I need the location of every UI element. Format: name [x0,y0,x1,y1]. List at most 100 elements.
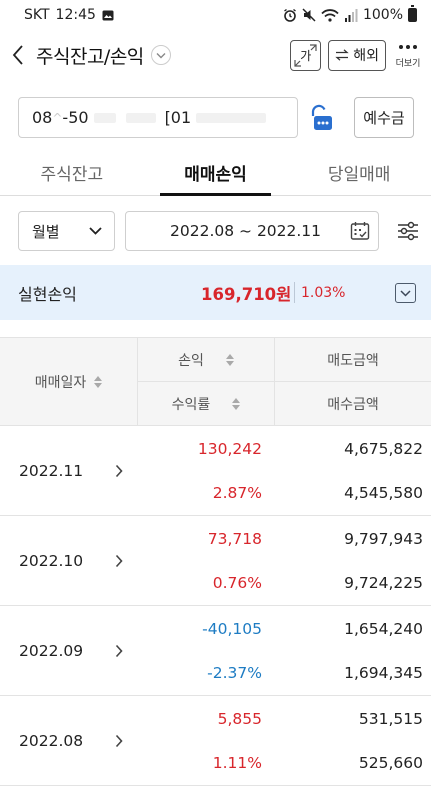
table-row[interactable]: 2022.11 130,242 2.87% 4,675,822 4,545,58… [0,426,431,516]
calendar-icon [350,222,370,240]
filter-settings-button[interactable] [394,211,422,251]
header-return-rate-label: 수익률 [171,397,211,413]
row-date: 2022.09 [19,641,84,660]
status-left: SKT 12:45 [24,7,114,23]
header-sell-amount: 매도금액 [274,338,431,382]
pl-table: 매매일자 손익 수익률 매도금액 매수금액 2022.11 130,242 2.… [0,337,431,786]
deposit-button[interactable]: 예수금 [354,97,414,138]
row-buy-amount: 1,694,345 [344,664,423,682]
row-buy-amount: 9,724,225 [344,574,423,592]
mute-icon [302,8,316,22]
chevron-right-icon [115,696,123,785]
more-label: 더보기 [395,59,421,69]
header-profit-loss[interactable]: 손익 [137,338,274,382]
row-date: 2022.11 [19,461,84,480]
header-buy-amount-label: 매수금액 [327,397,379,413]
font-size-button[interactable]: 가 [290,39,322,71]
row-sell-amount: 9,797,943 [344,530,423,548]
row-buy-amount: 4,545,580 [344,484,423,502]
account-mask [125,112,156,123]
summary-expand-button[interactable] [395,283,416,303]
period-label: 월별 [32,222,60,241]
date-range-picker[interactable]: 2022.08 ~ 2022.11 [125,211,379,251]
row-profit-loss: 130,242 [197,440,262,458]
wifi-icon [321,8,339,22]
page-title: 주식잔고/손익 [36,45,144,68]
alarm-icon [284,8,296,22]
header-sell-amount-label: 매도금액 [327,352,379,369]
row-return-rate: -2.37% [207,664,262,682]
row-buy-amount: 525,660 [358,754,423,772]
app-header: 주식잔고/손익 가 해외 더보기 [0,32,431,78]
date-range-value: 2022.08 ~ 2022.11 [170,222,322,240]
tab-holdings[interactable]: 주식잔고 [0,150,144,195]
sliders-icon [398,221,418,241]
table-row[interactable]: 2022.09 -40,105 -2.37% 1,654,240 1,694,3… [0,606,431,696]
row-sell-amount: 531,515 [358,710,423,728]
chevron-down-icon [89,227,102,235]
table-header: 매매일자 손익 수익률 매도금액 매수금액 [0,337,431,426]
header-date-label: 매매일자 [34,375,87,391]
account-row: 08 ^ -50 [01 예수금 [18,97,414,138]
account-mask [196,112,267,123]
summary-label: 실현손익 [18,284,77,304]
carrier-label: SKT [24,7,50,23]
account-number-prefix: 08 [32,108,53,127]
header-actions: 가 해외 더보기 [290,39,423,71]
battery-icon [408,5,417,22]
row-profit-loss: 73,718 [207,530,262,548]
table-row[interactable]: 2022.10 73,718 0.76% 9,797,943 9,724,225 [0,516,431,606]
more-button[interactable]: 더보기 [393,41,423,69]
tab-bar: 주식잔고 매매손익 당일매매 [0,150,431,196]
summary-divider [294,282,295,303]
filter-row: 월별 2022.08 ~ 2022.11 [18,211,422,251]
row-profit-loss: -40,105 [202,620,262,638]
summary-rate: 1.03% [301,284,346,301]
sort-icon [232,398,241,410]
status-right: 100% [283,5,417,23]
clock: 12:45 [55,7,96,23]
account-select[interactable]: 08 ^ -50 [01 [18,97,298,138]
realized-pl-summary: 실현손익 169,710원 1.03% [0,265,431,320]
overseas-button[interactable]: 해외 [328,39,386,71]
summary-amount: 169,710원 [201,284,292,304]
row-sell-amount: 1,654,240 [344,620,423,638]
back-button[interactable] [0,32,36,78]
header-profit-loss-label: 손익 [178,352,204,369]
account-number-part2: [01 [164,108,192,127]
tab-trading-pl[interactable]: 매매손익 [144,150,288,196]
header-date[interactable]: 매매일자 [0,338,137,426]
period-select[interactable]: 월별 [18,211,115,251]
chevron-down-icon [400,289,411,297]
more-dots-icon [399,41,417,53]
account-number-part: -50 [62,108,89,127]
table-row[interactable]: 2022.08 5,855 1.11% 531,515 525,660 [0,696,431,786]
row-sell-amount: 4,675,822 [344,440,423,458]
row-return-rate: 1.11% [212,754,262,772]
chevron-right-icon [115,606,123,695]
unlock-icon [311,104,332,130]
swap-arrows-icon [335,49,349,61]
lock-button[interactable] [304,97,338,138]
status-bar: SKT 12:45 100% [0,0,431,30]
signal-icon [344,8,358,22]
gallery-notification-icon [102,10,114,20]
header-buy-amount: 매수금액 [274,382,431,426]
header-return-rate[interactable]: 수익률 [137,382,274,426]
row-date: 2022.10 [19,551,84,570]
row-date: 2022.08 [19,731,84,750]
row-return-rate: 0.76% [212,574,262,592]
tab-today-trades[interactable]: 당일매매 [287,150,431,195]
chevron-left-icon [12,45,23,65]
sort-icon [94,376,103,388]
battery-percent: 100% [362,7,403,23]
row-return-rate: 2.87% [212,484,262,502]
account-mask [93,112,116,123]
chevron-down-icon [156,52,166,58]
sort-icon [225,353,234,366]
row-profit-loss: 5,855 [217,710,262,728]
mask-dot: ^ [52,110,63,125]
title-dropdown-button[interactable] [150,45,171,65]
overseas-label: 해외 [353,48,379,64]
chevron-right-icon [115,426,123,515]
